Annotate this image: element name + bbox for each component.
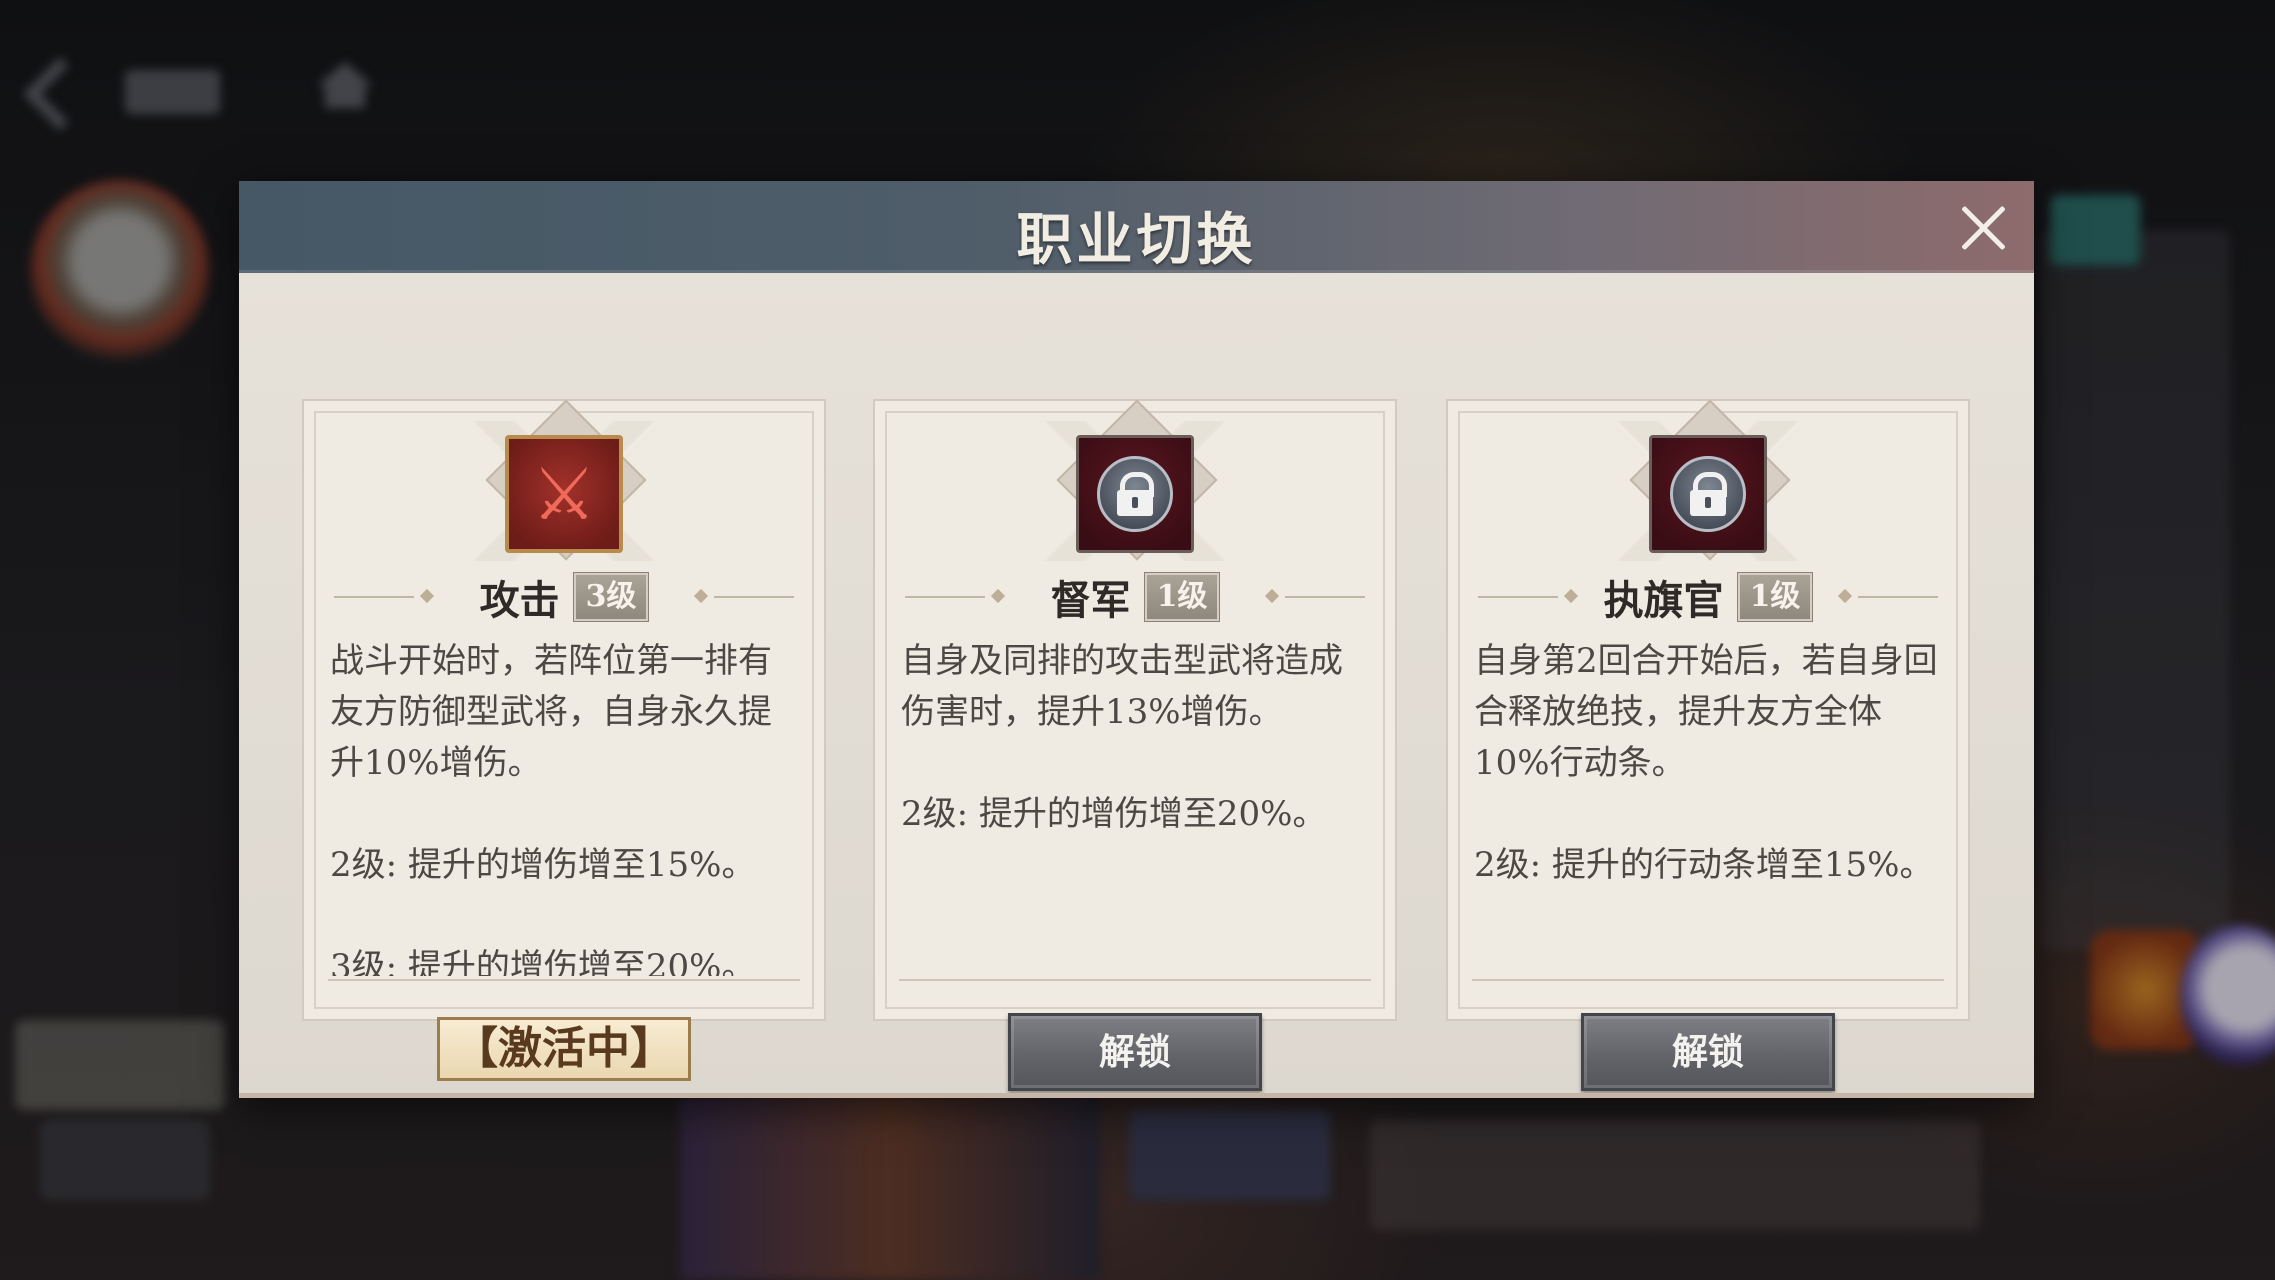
- card-divider: [899, 979, 1371, 981]
- description-line: 2级: 提升的增伤增至15%。: [330, 845, 756, 885]
- class-name-row: 执旗官 1级: [1448, 571, 1968, 624]
- description-line: 自身第2回合开始后，若自身回合释放绝技，提升友方全体10%行动条。: [1474, 641, 1938, 783]
- unlock-button-label: 解锁: [1671, 1031, 1744, 1073]
- description-line: 战斗开始时，若阵位第一排有友方防御型武将，自身永久提升10%增伤。: [330, 641, 772, 783]
- class-description: 自身第2回合开始后，若自身回合释放绝技，提升友方全体10%行动条。 2级: 提升…: [1474, 636, 1944, 976]
- lock-icon: [1649, 435, 1767, 553]
- close-icon[interactable]: [1956, 201, 2010, 255]
- unlock-button[interactable]: 解锁: [1581, 1013, 1835, 1091]
- class-name: 督军: [1050, 577, 1131, 624]
- description-line: 2级: 提升的增伤增至20%。: [901, 794, 1327, 834]
- class-card-supervisor: 督军 1级 自身及同排的攻击型武将造成伤害时，提升13%增伤。 2级: 提升的增…: [873, 399, 1397, 1091]
- class-name-row: 督军 1级: [875, 571, 1395, 624]
- dialog-header: 职业切换: [239, 181, 2034, 273]
- class-description: 战斗开始时，若阵位第一排有友方防御型武将，自身永久提升10%增伤。 2级: 提升…: [330, 636, 800, 976]
- card-divider: [328, 979, 800, 981]
- class-name: 攻击: [479, 577, 560, 624]
- class-card-attack: ⚔ 攻击 3级 战斗开始时，若阵位第一排有友方防御型武将，自身永久提升10%增伤…: [302, 399, 826, 1081]
- class-description: 自身及同排的攻击型武将造成伤害时，提升13%增伤。 2级: 提升的增伤增至20%…: [901, 636, 1371, 976]
- lock-icon: [1076, 435, 1194, 553]
- card-divider: [1472, 979, 1944, 981]
- dialog-body: ⚔ 攻击 3级 战斗开始时，若阵位第一排有友方防御型武将，自身永久提升10%增伤…: [239, 273, 2034, 1098]
- level-badge: 1级: [1143, 572, 1221, 622]
- class-name: 执旗官: [1603, 577, 1724, 624]
- dialog-title: 职业切换: [1016, 207, 1257, 273]
- description-line: 2级: 提升的行动条增至15%。: [1474, 845, 1934, 885]
- unlock-button[interactable]: 解锁: [1008, 1013, 1262, 1091]
- active-status-label: 【激活中】: [437, 1017, 691, 1081]
- level-badge: 1级: [1736, 572, 1814, 622]
- description-line: 3级: 提升的增伤增至20%。: [330, 947, 756, 976]
- sword-icon: ⚔: [505, 435, 623, 553]
- level-badge: 3级: [572, 572, 650, 622]
- unlock-button-label: 解锁: [1098, 1031, 1171, 1073]
- class-card-flag-bearer: 执旗官 1级 自身第2回合开始后，若自身回合释放绝技，提升友方全体10%行动条。…: [1446, 399, 1970, 1091]
- class-name-row: 攻击 3级: [304, 571, 824, 624]
- description-line: 自身及同排的攻击型武将造成伤害时，提升13%增伤。: [901, 641, 1343, 732]
- class-switch-dialog: 职业切换 ⚔ 攻击 3级 战斗开始时，若阵位第一排有友方防御型武将，自身永久提升…: [239, 181, 2034, 1098]
